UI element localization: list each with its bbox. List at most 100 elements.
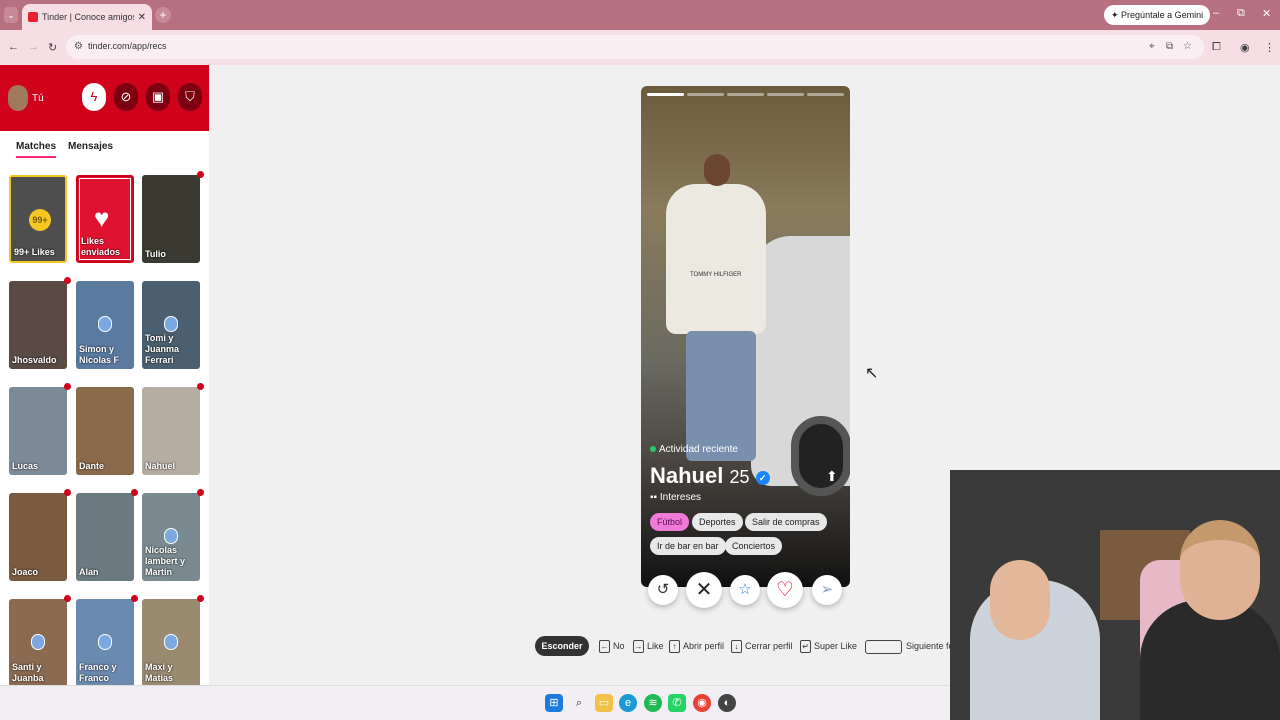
- match-card[interactable]: Alan: [76, 493, 134, 581]
- close-window-button[interactable]: ✕: [1262, 7, 1271, 20]
- match-card[interactable]: Simon y Nicolas F: [76, 281, 134, 369]
- space-key-icon: [865, 639, 902, 654]
- tab-matches[interactable]: Matches: [16, 141, 57, 158]
- like-button[interactable]: ♡: [767, 572, 803, 608]
- match-card[interactable]: Maxi y Matias: [142, 599, 200, 687]
- match-card[interactable]: Jhosvaldo: [9, 281, 67, 369]
- match-name: Simon y Nicolas F: [79, 344, 120, 365]
- windows-start-icon[interactable]: ⊞: [545, 694, 563, 712]
- spotify-icon[interactable]: ≋: [644, 694, 662, 712]
- tab-mensajes[interactable]: Mensajes: [68, 141, 113, 156]
- interest-chip: Deportes: [692, 513, 743, 531]
- tab-close-icon[interactable]: ✕: [138, 12, 146, 23]
- browser-tab-tinder[interactable]: Tinder | Conoce amigos y gente ✕: [22, 4, 152, 30]
- match-card[interactable]: Joaco: [9, 493, 67, 581]
- match-card[interactable]: Nicolas lambert y Martin: [142, 493, 200, 581]
- match-card[interactable]: Dante: [76, 387, 134, 475]
- profile-name-row: Nahuel 25 ✓: [650, 463, 770, 489]
- explore-compass-icon[interactable]: ⊘: [114, 83, 138, 111]
- photo-progress-bar[interactable]: [727, 93, 764, 96]
- shortcut-no-label: No: [613, 641, 625, 651]
- superlike-button[interactable]: ☆: [730, 575, 760, 605]
- url-text: tinder.com/app/recs: [88, 41, 167, 51]
- shield-icon[interactable]: ⛉: [178, 83, 202, 111]
- briefcase-icon[interactable]: ▣: [146, 83, 170, 111]
- reload-button[interactable]: ↻: [48, 41, 57, 54]
- open-profile-arrow-icon[interactable]: ⬆: [826, 468, 838, 485]
- sidebar-tabs: Matches Mensajes: [0, 141, 209, 161]
- photo-progress-bar[interactable]: [647, 93, 684, 96]
- interest-chip: Conciertos: [725, 537, 783, 555]
- match-name: Santi y Juanba: [12, 662, 44, 683]
- app-icon[interactable]: ◐: [718, 694, 736, 712]
- forward-button[interactable]: →: [28, 41, 39, 53]
- profile-card[interactable]: TOMMY HILFIGER Actividad reciente Nahuel…: [641, 86, 850, 587]
- new-match-dot: [64, 277, 71, 284]
- install-icon[interactable]: ⧉: [1166, 41, 1173, 52]
- likes-label: 99+ Likes: [14, 247, 55, 257]
- group-match-icon: [98, 634, 112, 650]
- sent-likes-card[interactable]: ♥ Likes enviados: [76, 175, 134, 263]
- match-card[interactable]: Franco y Franco: [76, 599, 134, 687]
- match-name: Tulio: [145, 249, 166, 259]
- address-bar[interactable]: ⚙ tinder.com/app/recs ⌖ ⧉ ☆: [66, 35, 1204, 59]
- match-card[interactable]: Lucas: [9, 387, 67, 475]
- sent-likes-label: Likes enviados: [81, 236, 121, 257]
- interest-chip: Salir de compras: [745, 513, 827, 531]
- new-tab-button[interactable]: +: [155, 7, 171, 23]
- minimize-button[interactable]: –: [1213, 7, 1219, 19]
- verified-badge-icon: ✓: [755, 471, 770, 485]
- match-name: Joaco: [12, 567, 39, 577]
- bookmark-star-icon[interactable]: ☆: [1183, 41, 1192, 52]
- sidebar-header: Tú ϟ ⊘ ▣ ⛉: [0, 65, 209, 131]
- profile-icon[interactable]: ◉: [1240, 41, 1250, 54]
- boost-button[interactable]: ➢: [812, 575, 842, 605]
- swipe-mode-icon[interactable]: ϟ: [82, 83, 106, 111]
- browser-toolbar: ← → ↻ ⚙ tinder.com/app/recs ⌖ ⧉ ☆ ⧠ ◉ ⋮: [0, 30, 1280, 65]
- shortcut-like-label: Like: [647, 641, 664, 651]
- photo-progress-bar[interactable]: [687, 93, 724, 96]
- restore-button[interactable]: ⧉: [1237, 7, 1245, 20]
- menu-icon[interactable]: ⋮: [1264, 41, 1275, 54]
- site-info-icon[interactable]: ⚙: [74, 41, 83, 52]
- chrome-icon[interactable]: ◉: [693, 694, 711, 712]
- browser-titlebar: ⌄ Tinder | Conoce amigos y gente ✕ + ✦ P…: [0, 0, 1280, 30]
- match-card[interactable]: Santi y Juanba: [9, 599, 67, 687]
- tab-search-button[interactable]: ⌄: [4, 7, 18, 23]
- search-icon[interactable]: ⌕: [570, 694, 588, 712]
- likes-card[interactable]: 99+ 99+ Likes: [9, 175, 67, 263]
- new-match-dot: [197, 171, 204, 178]
- extensions-icon[interactable]: ⧠: [1212, 41, 1221, 54]
- hide-shortcuts-button[interactable]: Esconder: [535, 636, 589, 656]
- new-match-dot: [197, 383, 204, 390]
- whatsapp-icon[interactable]: ✆: [668, 694, 686, 712]
- user-label[interactable]: Tú: [32, 93, 44, 104]
- person-hoodie: TOMMY HILFIGER: [666, 184, 766, 334]
- back-button[interactable]: ←: [8, 41, 19, 53]
- webcam-person-left-face: [990, 560, 1050, 640]
- profile-name: Nahuel: [650, 463, 724, 488]
- profile-age: 25: [729, 467, 750, 487]
- shortcut-next-label: Siguiente fo: [906, 641, 950, 651]
- edge-icon[interactable]: e: [619, 694, 637, 712]
- rewind-button[interactable]: ↺: [648, 575, 678, 605]
- location-icon[interactable]: ⌖: [1149, 41, 1155, 52]
- photo-progress-bar[interactable]: [807, 93, 844, 96]
- shortcut-close-label: Cerrar perfil: [745, 641, 793, 651]
- person-jeans: [686, 331, 756, 461]
- nope-button[interactable]: ✕: [686, 572, 722, 608]
- new-match-dot: [64, 489, 71, 496]
- match-card[interactable]: Tulio: [142, 175, 200, 263]
- match-card[interactable]: Tomi y Juanma Ferrari: [142, 281, 200, 369]
- tinder-favicon-icon: [28, 12, 38, 22]
- new-match-dot: [64, 383, 71, 390]
- photo-progress-bar[interactable]: [767, 93, 804, 96]
- interests-heading: ▪▪ Intereses: [650, 492, 702, 503]
- file-explorer-icon[interactable]: ▭: [595, 694, 613, 712]
- match-name: Dante: [79, 461, 105, 471]
- match-name: Tomi y Juanma Ferrari: [145, 333, 180, 365]
- match-card[interactable]: Nahuel: [142, 387, 200, 475]
- user-avatar[interactable]: [8, 85, 28, 111]
- up-key-icon: ↑: [669, 640, 680, 654]
- gemini-button[interactable]: ✦ Pregúntale a Gemini: [1104, 5, 1211, 25]
